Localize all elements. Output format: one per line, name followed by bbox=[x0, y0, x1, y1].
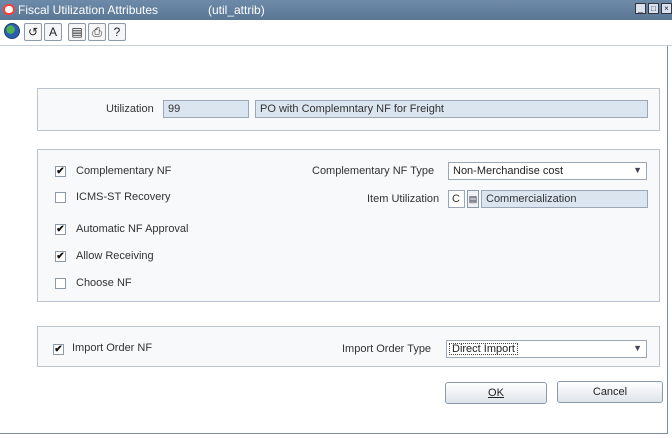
import-order-type-select[interactable]: Direct Import ▼ bbox=[446, 340, 647, 358]
complementary-nf-type-select[interactable]: Non-Merchandise cost ▼ bbox=[448, 162, 647, 180]
allow-receiving-label: Allow Receiving bbox=[76, 250, 154, 262]
import-order-type-label: Import Order Type bbox=[342, 343, 432, 355]
choose-nf-checkbox[interactable] bbox=[55, 278, 66, 289]
complementary-nf-label: Complementary NF bbox=[76, 165, 172, 177]
import-order-nf-checkbox[interactable]: ✔ bbox=[53, 344, 64, 355]
item-utilization-description-field[interactable]: Commercialization bbox=[481, 190, 648, 208]
choose-nf-label: Choose NF bbox=[76, 277, 132, 289]
allow-receiving-checkbox[interactable]: ✔ bbox=[55, 251, 66, 262]
help-icon[interactable]: ? bbox=[108, 23, 126, 41]
chevron-down-icon[interactable]: ▼ bbox=[633, 343, 642, 353]
globe-icon[interactable] bbox=[4, 23, 20, 39]
fiscal-utilization-window: Fiscal Utilization Attributes (util_attr… bbox=[0, 0, 672, 434]
spell-check-icon[interactable]: A bbox=[44, 23, 62, 41]
cancel-button-label: Cancel bbox=[592, 386, 628, 398]
copy-icon[interactable]: ▤ bbox=[68, 23, 86, 41]
item-utilization-code-field[interactable]: C bbox=[448, 190, 465, 208]
utilization-panel: Utilization 99 PO with Complemntary NF f… bbox=[37, 88, 660, 131]
cancel-button[interactable]: Cancel bbox=[557, 381, 663, 403]
list-of-values-icon[interactable]: ▤ bbox=[467, 190, 479, 208]
complementary-nf-type-label: Complementary NF Type bbox=[312, 165, 435, 177]
minimize-icon[interactable]: _ bbox=[635, 3, 646, 14]
complementary-nf-type-value: Non-Merchandise cost bbox=[453, 165, 564, 177]
automatic-nf-approval-label: Automatic NF Approval bbox=[76, 223, 189, 235]
item-utilization-label: Item Utilization bbox=[367, 193, 440, 205]
import-order-type-value: Direct Import bbox=[449, 343, 518, 355]
window-controls: _ □ × bbox=[635, 3, 672, 14]
import-panel: ✔ Import Order NF Import Order Type Dire… bbox=[37, 326, 660, 367]
title-bar: Fiscal Utilization Attributes (util_attr… bbox=[0, 0, 672, 20]
maximize-icon[interactable]: □ bbox=[648, 3, 659, 14]
exit-icon[interactable]: ↺ bbox=[24, 23, 42, 41]
chevron-down-icon[interactable]: ▼ bbox=[633, 165, 642, 175]
attributes-panel: ✔ Complementary NF ICMS-ST Recovery ✔ Au… bbox=[37, 149, 660, 302]
form-name: (util_attrib) bbox=[208, 3, 265, 17]
window-title: Fiscal Utilization Attributes bbox=[18, 3, 159, 17]
close-icon[interactable]: × bbox=[661, 3, 672, 14]
utilization-label: Utilization bbox=[106, 103, 154, 115]
ok-button[interactable]: OK bbox=[445, 382, 547, 404]
icms-st-recovery-label: ICMS-ST Recovery bbox=[76, 191, 171, 203]
icms-st-recovery-checkbox[interactable] bbox=[55, 192, 66, 203]
ok-button-label: OK bbox=[488, 387, 504, 399]
import-order-nf-label: Import Order NF bbox=[72, 342, 153, 354]
oracle-logo-icon bbox=[3, 4, 15, 15]
print-icon[interactable]: ⎙ bbox=[88, 23, 106, 41]
complementary-nf-checkbox[interactable]: ✔ bbox=[55, 166, 66, 177]
toolbar: ↺ A ▤ ⎙ ? bbox=[0, 20, 672, 46]
automatic-nf-approval-checkbox[interactable]: ✔ bbox=[55, 224, 66, 235]
utilization-description-field[interactable]: PO with Complemntary NF for Freight bbox=[255, 100, 648, 118]
utilization-code-field[interactable]: 99 bbox=[163, 100, 249, 118]
